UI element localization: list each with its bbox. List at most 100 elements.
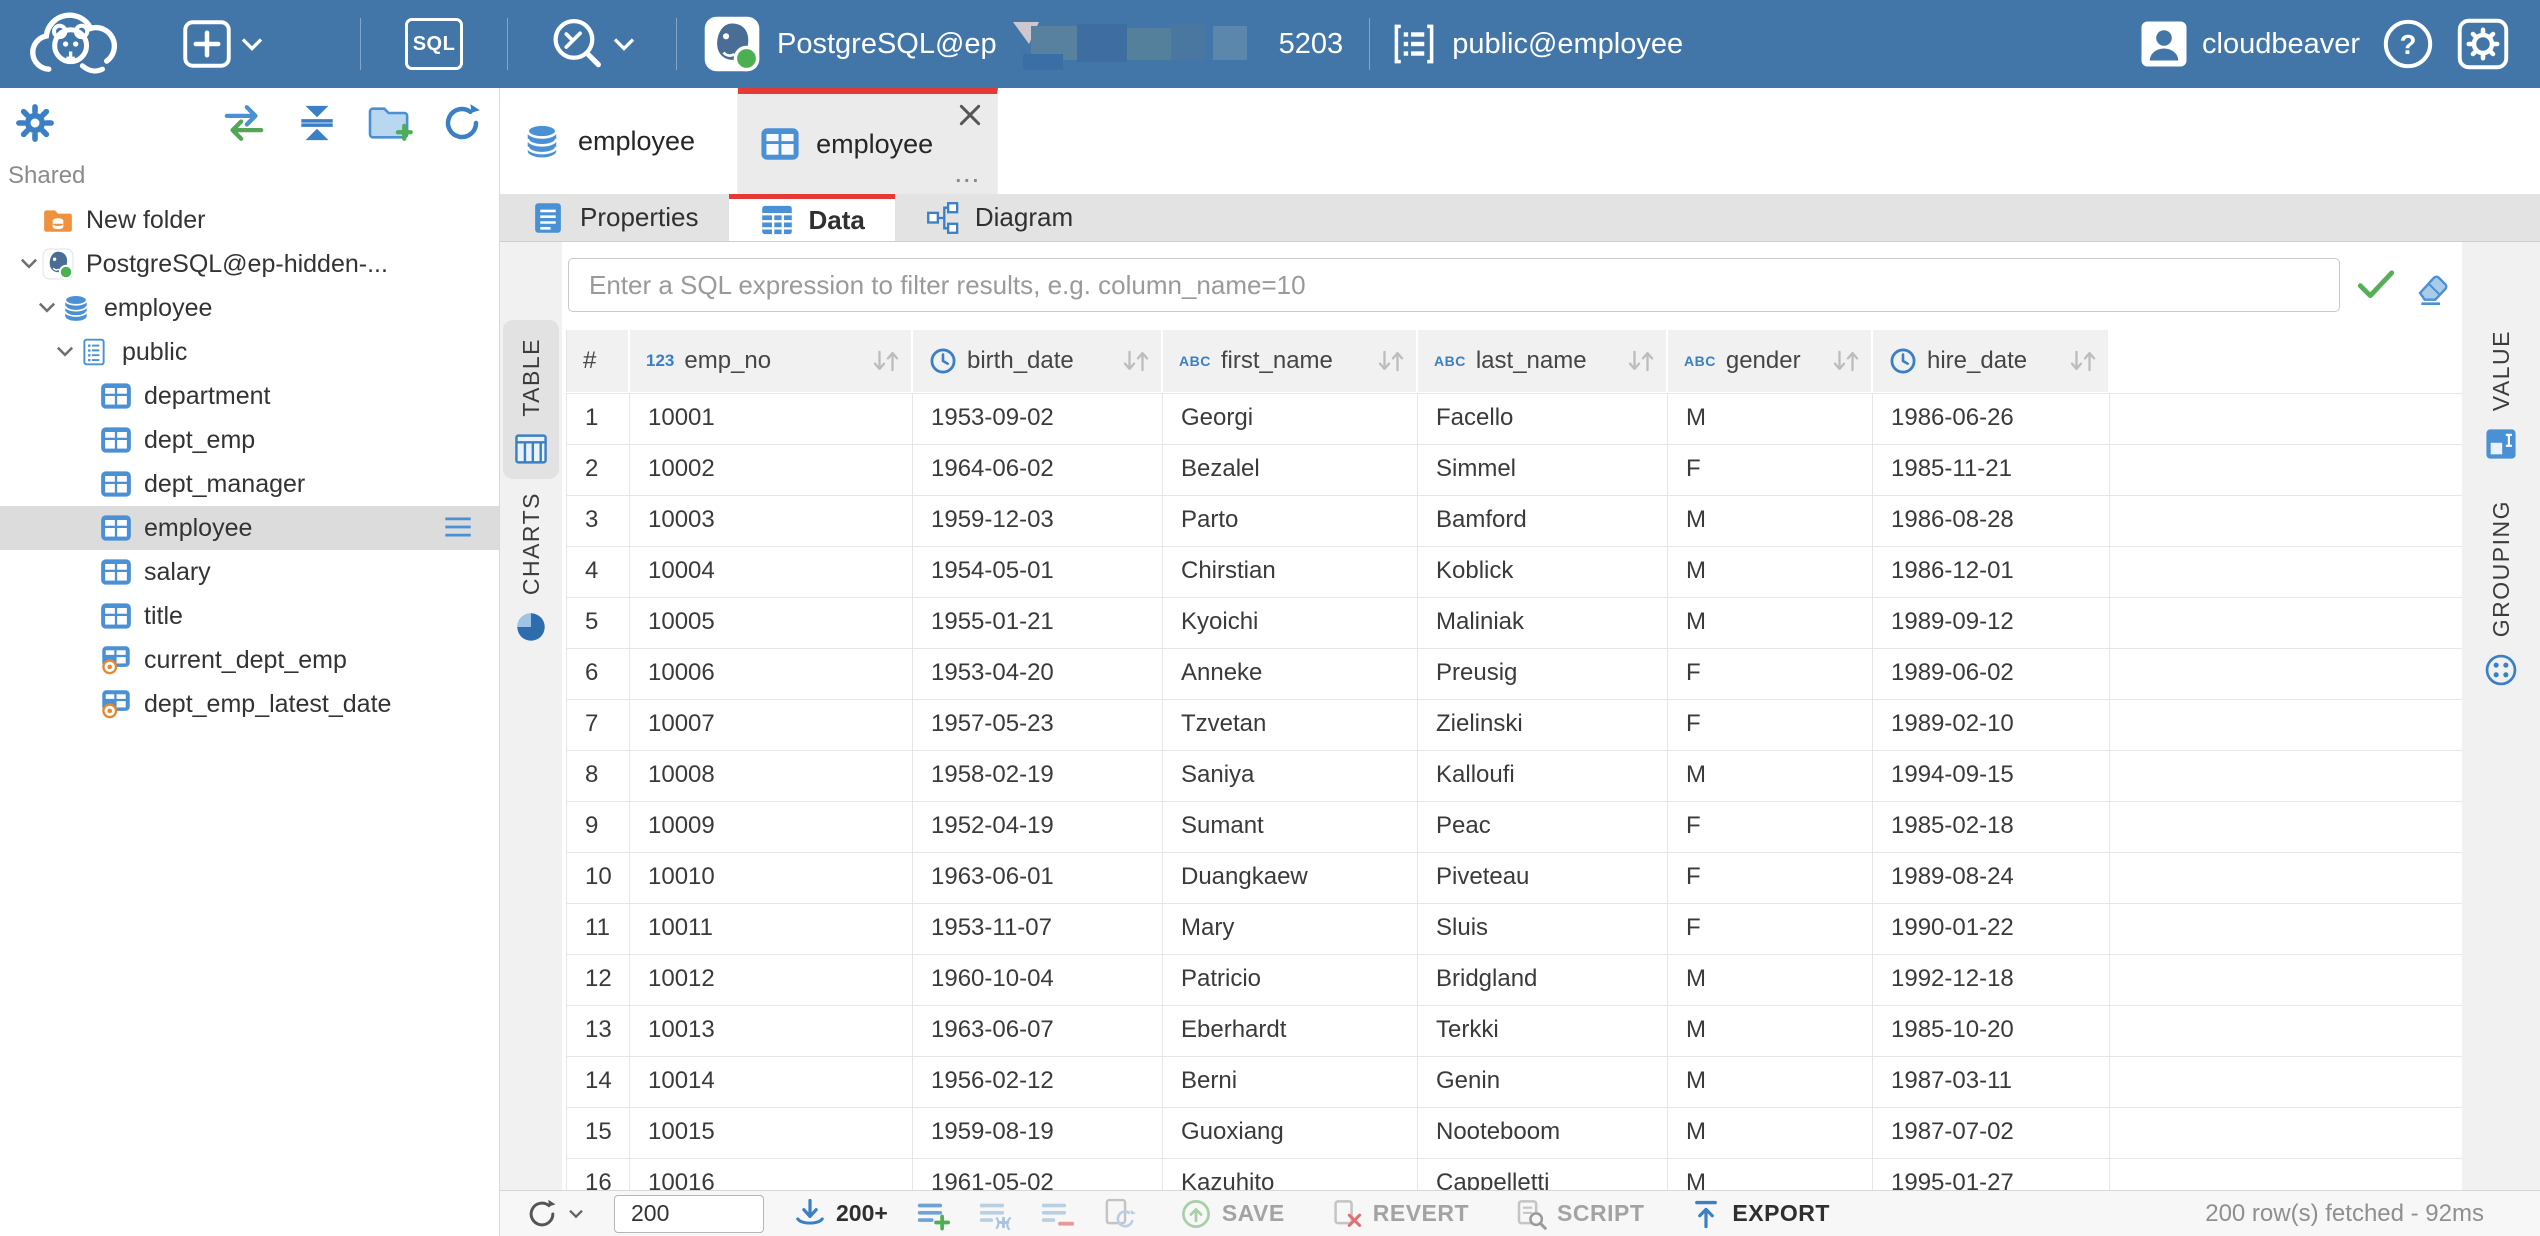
data-cell[interactable]: 1964-06-02 bbox=[913, 445, 1163, 495]
data-cell[interactable]: Anneke bbox=[1163, 649, 1418, 699]
data-cell[interactable]: M bbox=[1668, 1006, 1873, 1056]
data-cell[interactable]: Mary bbox=[1163, 904, 1418, 954]
data-cell[interactable]: 10001 bbox=[630, 394, 913, 444]
tree-item-salary[interactable]: salary bbox=[0, 550, 499, 594]
data-cell[interactable]: Bridgland bbox=[1418, 955, 1668, 1005]
data-cell[interactable]: Kyoichi bbox=[1163, 598, 1418, 648]
data-cell[interactable]: Nooteboom bbox=[1418, 1108, 1668, 1158]
data-cell[interactable]: 1953-11-07 bbox=[913, 904, 1163, 954]
row-number-cell[interactable]: 3 bbox=[566, 496, 630, 546]
data-cell[interactable]: 1955-01-21 bbox=[913, 598, 1163, 648]
row-number-cell[interactable]: 1 bbox=[566, 394, 630, 444]
tree-item-new-folder[interactable]: New folder bbox=[0, 198, 499, 242]
duplicate-row-button[interactable] bbox=[978, 1197, 1012, 1231]
data-cell[interactable]: 10011 bbox=[630, 904, 913, 954]
active-connection[interactable]: PostgreSQL@ep 5203 bbox=[703, 15, 1343, 73]
data-cell[interactable]: Maliniak bbox=[1418, 598, 1668, 648]
data-cell[interactable]: 10015 bbox=[630, 1108, 913, 1158]
data-cell[interactable]: 10008 bbox=[630, 751, 913, 801]
tree-item-public[interactable]: public bbox=[0, 330, 499, 374]
sort-icon[interactable] bbox=[869, 348, 903, 374]
row-number-cell[interactable]: 10 bbox=[566, 853, 630, 903]
tab-employee-object[interactable]: employee bbox=[500, 88, 738, 194]
data-cell[interactable]: M bbox=[1668, 751, 1873, 801]
delete-row-button[interactable] bbox=[1040, 1197, 1074, 1231]
data-cell[interactable]: Terkki bbox=[1418, 1006, 1668, 1056]
data-cell[interactable]: 10013 bbox=[630, 1006, 913, 1056]
data-cell[interactable]: M bbox=[1668, 1108, 1873, 1158]
row-number-cell[interactable]: 14 bbox=[566, 1057, 630, 1107]
tree-item-current-dept-emp[interactable]: current_dept_emp bbox=[0, 638, 499, 682]
row-number-cell[interactable]: 13 bbox=[566, 1006, 630, 1056]
column-header-hire_date[interactable]: hire_date bbox=[1873, 330, 2110, 392]
row-number-cell[interactable]: 2 bbox=[566, 445, 630, 495]
data-cell[interactable]: Sluis bbox=[1418, 904, 1668, 954]
data-cell[interactable]: 1986-12-01 bbox=[1873, 547, 2110, 597]
data-cell[interactable]: Sumant bbox=[1163, 802, 1418, 852]
data-cell[interactable]: Guoxiang bbox=[1163, 1108, 1418, 1158]
data-cell[interactable]: Eberhardt bbox=[1163, 1006, 1418, 1056]
column-header-first_name[interactable]: ABCfirst_name bbox=[1163, 330, 1418, 392]
tab-charts-view[interactable]: CHARTS bbox=[500, 492, 562, 643]
sql-editor-button[interactable]: SQL bbox=[405, 18, 463, 70]
data-cell[interactable]: 10007 bbox=[630, 700, 913, 750]
row-number-cell[interactable]: 12 bbox=[566, 955, 630, 1005]
row-number-cell[interactable]: 8 bbox=[566, 751, 630, 801]
data-cell[interactable]: M bbox=[1668, 955, 1873, 1005]
add-row-button[interactable] bbox=[916, 1197, 950, 1231]
tree-item-dept-emp[interactable]: dept_emp bbox=[0, 418, 499, 462]
tab-value-panel[interactable]: VALUE bbox=[2462, 330, 2540, 461]
data-cell[interactable]: Genin bbox=[1418, 1057, 1668, 1107]
data-cell[interactable]: Kalloufi bbox=[1418, 751, 1668, 801]
item-menu-icon[interactable] bbox=[443, 514, 473, 547]
sort-icon[interactable] bbox=[1624, 348, 1658, 374]
column-header-last_name[interactable]: ABClast_name bbox=[1418, 330, 1668, 392]
data-cell[interactable]: F bbox=[1668, 853, 1873, 903]
data-cell[interactable]: 1953-04-20 bbox=[913, 649, 1163, 699]
data-cell[interactable]: Koblick bbox=[1418, 547, 1668, 597]
data-cell[interactable]: 10002 bbox=[630, 445, 913, 495]
data-cell[interactable]: 1987-07-02 bbox=[1873, 1108, 2110, 1158]
tree-item-title[interactable]: title bbox=[0, 594, 499, 638]
collapse-all-icon[interactable] bbox=[295, 103, 339, 143]
data-cell[interactable]: M bbox=[1668, 1057, 1873, 1107]
data-cell[interactable]: F bbox=[1668, 649, 1873, 699]
column-header-emp_no[interactable]: 123emp_no bbox=[630, 330, 913, 392]
sql-filter-input[interactable] bbox=[568, 258, 2340, 312]
data-cell[interactable]: 1963-06-01 bbox=[913, 853, 1163, 903]
chevron-expand-icon[interactable] bbox=[16, 257, 42, 271]
tree-item-postgresql-ep-hidden[interactable]: PostgreSQL@ep-hidden-... bbox=[0, 242, 499, 286]
data-cell[interactable]: 1989-08-24 bbox=[1873, 853, 2110, 903]
data-cell[interactable]: Preusig bbox=[1418, 649, 1668, 699]
tab-properties[interactable]: Properties bbox=[500, 194, 729, 241]
tree-item-dept-manager[interactable]: dept_manager bbox=[0, 462, 499, 506]
tab-more-icon[interactable]: ... bbox=[955, 165, 981, 188]
data-cell[interactable]: F bbox=[1668, 445, 1873, 495]
revert-button[interactable]: REVERT bbox=[1331, 1198, 1469, 1230]
data-cell[interactable]: 1958-02-19 bbox=[913, 751, 1163, 801]
sort-icon[interactable] bbox=[1374, 348, 1408, 374]
new-folder-icon[interactable] bbox=[367, 103, 413, 143]
data-cell[interactable]: 10005 bbox=[630, 598, 913, 648]
data-cell[interactable]: M bbox=[1668, 496, 1873, 546]
row-number-cell[interactable]: 4 bbox=[566, 547, 630, 597]
data-cell[interactable]: M bbox=[1668, 598, 1873, 648]
data-cell[interactable]: 1952-04-19 bbox=[913, 802, 1163, 852]
data-cell[interactable]: 1986-08-28 bbox=[1873, 496, 2110, 546]
data-cell[interactable]: 1959-12-03 bbox=[913, 496, 1163, 546]
tree-item-dept-emp-latest-date[interactable]: dept_emp_latest_date bbox=[0, 682, 499, 726]
data-cell[interactable]: Bezalel bbox=[1163, 445, 1418, 495]
row-limit-input[interactable] bbox=[614, 1195, 764, 1233]
data-cell[interactable]: 10003 bbox=[630, 496, 913, 546]
data-cell[interactable]: Piveteau bbox=[1418, 853, 1668, 903]
data-cell[interactable]: 1992-12-18 bbox=[1873, 955, 2110, 1005]
chevron-expand-icon[interactable] bbox=[52, 345, 78, 359]
refresh-icon[interactable] bbox=[441, 102, 483, 144]
data-cell[interactable]: 10012 bbox=[630, 955, 913, 1005]
chevron-expand-icon[interactable] bbox=[34, 301, 60, 315]
data-cell[interactable]: Duangkaew bbox=[1163, 853, 1418, 903]
data-cell[interactable]: Tzvetan bbox=[1163, 700, 1418, 750]
row-number-cell[interactable]: 15 bbox=[566, 1108, 630, 1158]
sort-icon[interactable] bbox=[2066, 348, 2100, 374]
data-cell[interactable]: Patricio bbox=[1163, 955, 1418, 1005]
